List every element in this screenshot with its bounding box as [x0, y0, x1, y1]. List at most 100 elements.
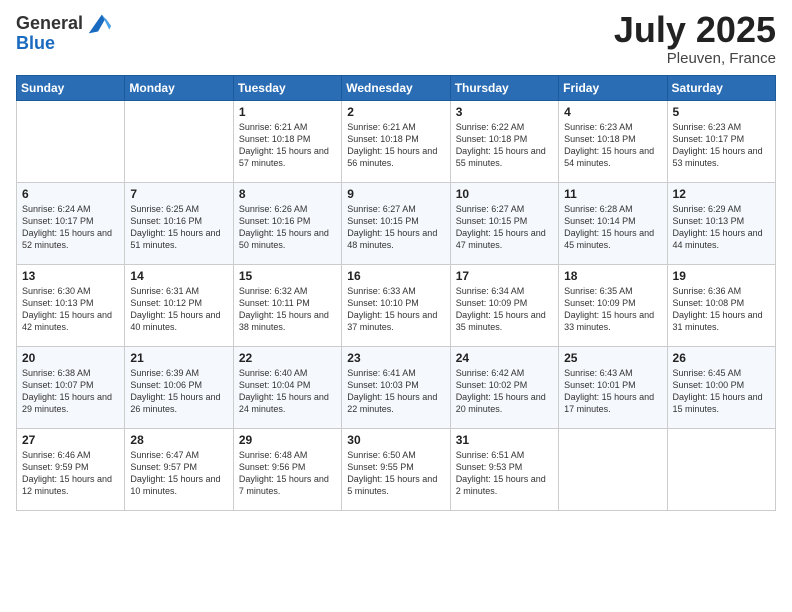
- day-number: 28: [130, 433, 227, 447]
- week-row-2: 6Sunrise: 6:24 AMSunset: 10:17 PMDayligh…: [17, 182, 776, 264]
- day-number: 20: [22, 351, 119, 365]
- day-info: Sunrise: 6:40 AMSunset: 10:04 PMDaylight…: [239, 367, 336, 416]
- calendar-table: Sunday Monday Tuesday Wednesday Thursday…: [16, 75, 776, 511]
- day-number: 18: [564, 269, 661, 283]
- day-info: Sunrise: 6:36 AMSunset: 10:08 PMDaylight…: [673, 285, 770, 334]
- calendar-header-row: Sunday Monday Tuesday Wednesday Thursday…: [17, 75, 776, 100]
- day-number: 2: [347, 105, 444, 119]
- day-number: 14: [130, 269, 227, 283]
- day-info: Sunrise: 6:29 AMSunset: 10:13 PMDaylight…: [673, 203, 770, 252]
- cell-w1-d5: 3 Sunrise: 6:22 AMSunset: 10:18 PMDayligh…: [450, 100, 558, 182]
- cell-w5-d5: 31 Sunrise: 6:51 AMSunset: 9:53 PMDayligh…: [450, 428, 558, 510]
- cell-w3-d1: 13 Sunrise: 6:30 AMSunset: 10:13 PMDaylig…: [17, 264, 125, 346]
- cell-w2-d6: 11 Sunrise: 6:28 AMSunset: 10:14 PMDaylig…: [559, 182, 667, 264]
- cell-w2-d7: 12Sunrise: 6:29 AMSunset: 10:13 PMDaylig…: [667, 182, 775, 264]
- day-info: Sunrise: 6:21 AMSunset: 10:18 PMDaylight…: [347, 121, 444, 170]
- header-monday: Monday: [125, 75, 233, 100]
- header-wednesday: Wednesday: [342, 75, 450, 100]
- cell-w4-d3: 22 Sunrise: 6:40 AMSunset: 10:04 PMDaylig…: [233, 346, 341, 428]
- day-info: Sunrise: 6:33 AMSunset: 10:10 PMDaylight…: [347, 285, 444, 334]
- cell-w1-d3: 1 Sunrise: 6:21 AMSunset: 10:18 PMDayligh…: [233, 100, 341, 182]
- cell-w3-d6: 18 Sunrise: 6:35 AMSunset: 10:09 PMDaylig…: [559, 264, 667, 346]
- cell-w5-d2: 28 Sunrise: 6:47 AMSunset: 9:57 PMDayligh…: [125, 428, 233, 510]
- cell-w5-d1: 27 Sunrise: 6:46 AMSunset: 9:59 PMDayligh…: [17, 428, 125, 510]
- day-info: Sunrise: 6:26 AMSunset: 10:16 PMDaylight…: [239, 203, 336, 252]
- day-info: Sunrise: 6:23 AMSunset: 10:17 PMDaylight…: [673, 121, 770, 170]
- day-number: 27: [22, 433, 119, 447]
- cell-w1-d6: 4 Sunrise: 6:23 AMSunset: 10:18 PMDayligh…: [559, 100, 667, 182]
- day-info: Sunrise: 6:22 AMSunset: 10:18 PMDaylight…: [456, 121, 553, 170]
- day-number: 10: [456, 187, 553, 201]
- day-info: Sunrise: 6:21 AMSunset: 10:18 PMDaylight…: [239, 121, 336, 170]
- cell-w5-d4: 30 Sunrise: 6:50 AMSunset: 9:55 PMDayligh…: [342, 428, 450, 510]
- day-info: Sunrise: 6:31 AMSunset: 10:12 PMDaylight…: [130, 285, 227, 334]
- cell-w3-d3: 15Sunrise: 6:32 AMSunset: 10:11 PMDaylig…: [233, 264, 341, 346]
- week-row-3: 13 Sunrise: 6:30 AMSunset: 10:13 PMDaylig…: [17, 264, 776, 346]
- day-number: 29: [239, 433, 336, 447]
- day-number: 8: [239, 187, 336, 201]
- cell-w5-d3: 29 Sunrise: 6:48 AMSunset: 9:56 PMDayligh…: [233, 428, 341, 510]
- day-number: 3: [456, 105, 553, 119]
- day-info: Sunrise: 6:41 AMSunset: 10:03 PMDaylight…: [347, 367, 444, 416]
- day-number: 11: [564, 187, 661, 201]
- day-number: 6: [22, 187, 119, 201]
- day-number: 5: [673, 105, 770, 119]
- cell-w5-d6: [559, 428, 667, 510]
- day-info: Sunrise: 6:51 AMSunset: 9:53 PMDaylight:…: [456, 449, 553, 498]
- day-number: 26: [673, 351, 770, 365]
- day-number: 15: [239, 269, 336, 283]
- cell-w4-d1: 20 Sunrise: 6:38 AMSunset: 10:07 PMDaylig…: [17, 346, 125, 428]
- day-number: 22: [239, 351, 336, 365]
- day-number: 17: [456, 269, 553, 283]
- day-info: Sunrise: 6:46 AMSunset: 9:59 PMDaylight:…: [22, 449, 119, 498]
- day-number: 25: [564, 351, 661, 365]
- cell-w1-d7: 5 Sunrise: 6:23 AMSunset: 10:17 PMDayligh…: [667, 100, 775, 182]
- day-info: Sunrise: 6:50 AMSunset: 9:55 PMDaylight:…: [347, 449, 444, 498]
- page: General Blue July 2025 Pleuven, France S…: [0, 0, 792, 612]
- cell-w2-d3: 8 Sunrise: 6:26 AMSunset: 10:16 PMDayligh…: [233, 182, 341, 264]
- title-block: July 2025 Pleuven, France: [614, 10, 776, 67]
- header-friday: Friday: [559, 75, 667, 100]
- cell-w3-d4: 16 Sunrise: 6:33 AMSunset: 10:10 PMDaylig…: [342, 264, 450, 346]
- day-info: Sunrise: 6:35 AMSunset: 10:09 PMDaylight…: [564, 285, 661, 334]
- day-info: Sunrise: 6:27 AMSunset: 10:15 PMDaylight…: [347, 203, 444, 252]
- day-info: Sunrise: 6:30 AMSunset: 10:13 PMDaylight…: [22, 285, 119, 334]
- day-info: Sunrise: 6:47 AMSunset: 9:57 PMDaylight:…: [130, 449, 227, 498]
- day-number: 30: [347, 433, 444, 447]
- header-saturday: Saturday: [667, 75, 775, 100]
- header: General Blue July 2025 Pleuven, France: [16, 10, 776, 67]
- day-info: Sunrise: 6:23 AMSunset: 10:18 PMDaylight…: [564, 121, 661, 170]
- day-number: 1: [239, 105, 336, 119]
- week-row-5: 27 Sunrise: 6:46 AMSunset: 9:59 PMDayligh…: [17, 428, 776, 510]
- day-info: Sunrise: 6:43 AMSunset: 10:01 PMDaylight…: [564, 367, 661, 416]
- day-info: Sunrise: 6:28 AMSunset: 10:14 PMDaylight…: [564, 203, 661, 252]
- cell-w1-d4: 2 Sunrise: 6:21 AMSunset: 10:18 PMDayligh…: [342, 100, 450, 182]
- day-info: Sunrise: 6:38 AMSunset: 10:07 PMDaylight…: [22, 367, 119, 416]
- logo-general-text: General: [16, 14, 83, 34]
- cell-w2-d1: 6Sunrise: 6:24 AMSunset: 10:17 PMDayligh…: [17, 182, 125, 264]
- day-number: 4: [564, 105, 661, 119]
- cell-w5-d7: [667, 428, 775, 510]
- cell-w4-d5: 24Sunrise: 6:42 AMSunset: 10:02 PMDaylig…: [450, 346, 558, 428]
- header-tuesday: Tuesday: [233, 75, 341, 100]
- week-row-4: 20 Sunrise: 6:38 AMSunset: 10:07 PMDaylig…: [17, 346, 776, 428]
- day-info: Sunrise: 6:39 AMSunset: 10:06 PMDaylight…: [130, 367, 227, 416]
- cell-w3-d7: 19Sunrise: 6:36 AMSunset: 10:08 PMDaylig…: [667, 264, 775, 346]
- day-number: 21: [130, 351, 227, 365]
- day-number: 16: [347, 269, 444, 283]
- cell-w4-d4: 23Sunrise: 6:41 AMSunset: 10:03 PMDaylig…: [342, 346, 450, 428]
- cell-w4-d6: 25 Sunrise: 6:43 AMSunset: 10:01 PMDaylig…: [559, 346, 667, 428]
- month-title: July 2025: [614, 10, 776, 50]
- cell-w2-d2: 7Sunrise: 6:25 AMSunset: 10:16 PMDayligh…: [125, 182, 233, 264]
- day-info: Sunrise: 6:25 AMSunset: 10:16 PMDaylight…: [130, 203, 227, 252]
- location-title: Pleuven, France: [614, 50, 776, 67]
- logo: General Blue: [16, 10, 113, 54]
- cell-w3-d2: 14 Sunrise: 6:31 AMSunset: 10:12 PMDaylig…: [125, 264, 233, 346]
- header-thursday: Thursday: [450, 75, 558, 100]
- day-info: Sunrise: 6:48 AMSunset: 9:56 PMDaylight:…: [239, 449, 336, 498]
- day-number: 31: [456, 433, 553, 447]
- cell-w4-d2: 21 Sunrise: 6:39 AMSunset: 10:06 PMDaylig…: [125, 346, 233, 428]
- day-info: Sunrise: 6:42 AMSunset: 10:02 PMDaylight…: [456, 367, 553, 416]
- day-number: 9: [347, 187, 444, 201]
- day-number: 13: [22, 269, 119, 283]
